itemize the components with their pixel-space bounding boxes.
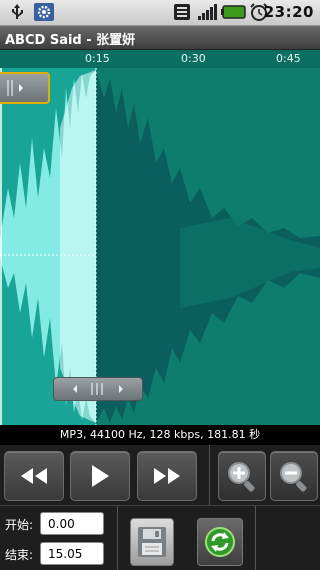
save-button[interactable] [130, 518, 174, 566]
end-time-input[interactable]: 15.05 [40, 542, 104, 565]
start-time-input[interactable]: 0.00 [40, 512, 104, 535]
timeline-tick: 0:15 [85, 52, 110, 65]
play-button[interactable] [70, 451, 130, 501]
play-icon [92, 465, 109, 487]
fast-forward-button[interactable] [137, 451, 197, 501]
status-bar: 23:20 [0, 0, 320, 26]
app-title: ABCD Said - 张置妍 [5, 33, 136, 48]
timeline-tick: 0:30 [181, 52, 206, 65]
battery-icon [221, 5, 246, 19]
divider [209, 445, 210, 505]
settings-notification-icon [34, 3, 54, 21]
status-clock: 23:20 [263, 3, 314, 21]
end-marker-handle[interactable] [53, 377, 143, 401]
reload-button[interactable] [197, 518, 243, 566]
title-bar: ABCD Said - 张置妍 [0, 26, 320, 50]
waveform [0, 68, 320, 425]
file-info: MP3, 44100 Hz, 128 kbps, 181.81 秒 [0, 425, 320, 445]
zoom-in-icon [228, 462, 255, 492]
zoom-out-button[interactable] [270, 451, 318, 501]
fast-forward-icon [154, 468, 180, 484]
range-panel: 开始: 0.00 结束: 15.05 [0, 505, 320, 570]
usb-icon [12, 4, 23, 19]
rewind-icon [21, 468, 47, 484]
timeline-tick: 0:45 [276, 52, 301, 65]
playback-controls [0, 445, 320, 505]
wifi-icon [174, 4, 190, 20]
rewind-button[interactable] [4, 451, 64, 501]
start-label: 开始: [5, 518, 34, 532]
zoom-in-button[interactable] [218, 451, 266, 501]
waveform-view[interactable]: 0:15 0:30 0:45 [0, 50, 320, 425]
save-icon [138, 527, 166, 557]
divider [117, 506, 118, 570]
start-marker-handle[interactable] [0, 72, 50, 104]
timeline: 0:15 0:30 0:45 [0, 50, 320, 68]
signal-icon [198, 4, 217, 20]
divider [255, 506, 256, 570]
zoom-out-icon [280, 462, 307, 492]
end-label: 结束: [5, 548, 34, 562]
reload-icon [205, 527, 235, 557]
